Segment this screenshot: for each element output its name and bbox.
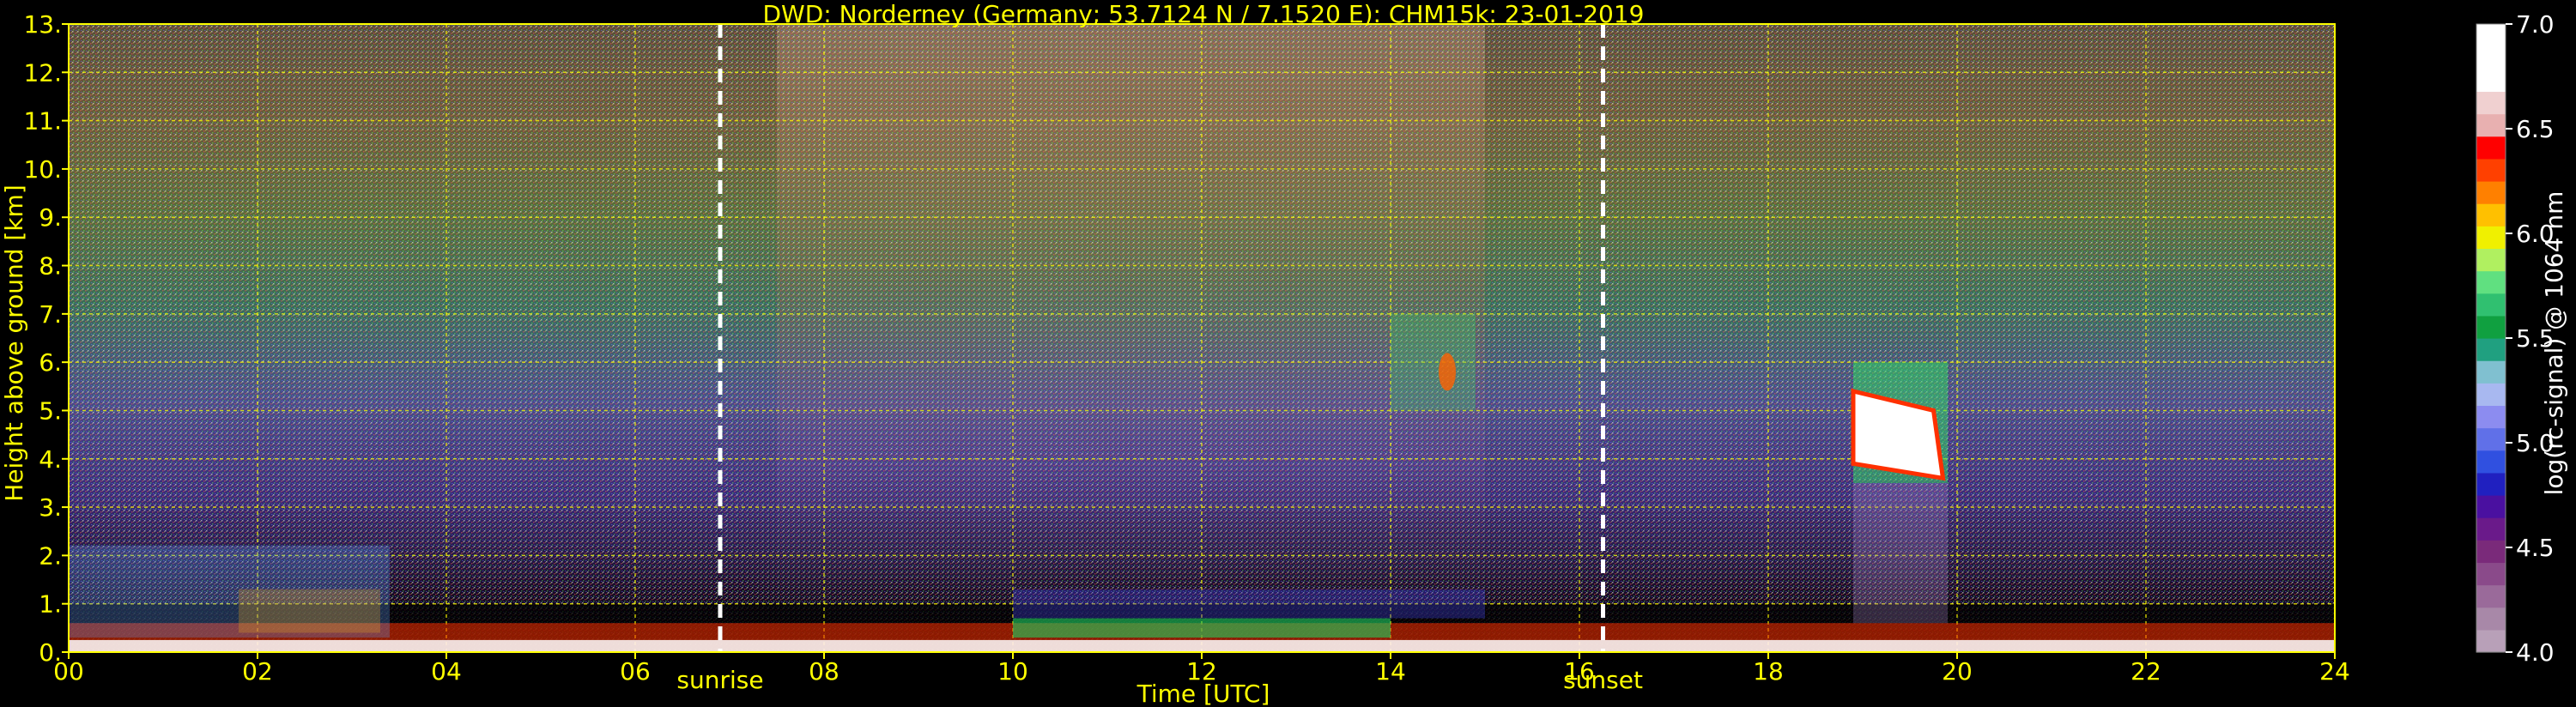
colorbar-segment [2476, 270, 2506, 294]
colorbar-segment [2476, 293, 2506, 317]
colorbar-segment [2476, 226, 2506, 250]
colorbar-segment [2476, 91, 2506, 115]
mid-level-cloud [1391, 313, 1476, 411]
colorbar-segment [2476, 472, 2506, 496]
x-tick-label: 22 [2131, 657, 2161, 686]
y-tick-label: 4. [39, 445, 62, 474]
low-cloud-core [239, 589, 380, 633]
x-tick-label: 08 [809, 657, 839, 686]
colorbar-segment [2476, 427, 2506, 451]
colorbar-segment [2476, 113, 2506, 137]
ceilometer-chart: sunrise sunset 00 02 04 06 08 10 12 14 16 18 20 22 24… [0, 0, 2568, 707]
colorbar-label: log(rc-signal) @ 1064 nm [2540, 191, 2568, 496]
x-tick-label: 16 [1564, 657, 1595, 686]
colorbar-segment [2476, 338, 2506, 361]
boundary-layer-green [1013, 618, 1391, 638]
y-axis-label: Height above ground [km] [0, 184, 28, 502]
colorbar-segment [2476, 405, 2506, 429]
x-tick-label: 06 [620, 657, 651, 686]
chart-title: DWD: Norderney (Germany; 53.7124 N / 7.1… [762, 0, 1644, 28]
colorbar-segment [2476, 248, 2506, 272]
y-tick-label: 13. [23, 10, 62, 39]
boundary-layer-white [69, 639, 2335, 652]
x-tick-label: 02 [242, 657, 273, 686]
colorbar-segment [2476, 24, 2506, 47]
colorbar-segment [2476, 69, 2506, 93]
x-tick-label: 18 [1753, 657, 1784, 686]
colorbar-segment [2476, 629, 2506, 653]
colorbar-segment [2476, 360, 2506, 384]
y-tick-label: 3. [39, 493, 62, 522]
x-tick-label: 20 [1942, 657, 1973, 686]
colorbar-tick-label: 4.5 [2516, 534, 2555, 562]
colorbar-segment [2476, 562, 2506, 586]
precip-column [1853, 482, 1948, 624]
x-tick-label: 10 [997, 657, 1028, 686]
colorbar-segment [2476, 495, 2506, 518]
colorbar-segment [2476, 584, 2506, 608]
y-tick-label: 5. [39, 396, 62, 425]
x-tick-label: 24 [2319, 657, 2350, 686]
y-tick-label: 6. [39, 348, 62, 377]
x-axis-label: Time [UTC] [1136, 680, 1270, 707]
signal-noise [69, 24, 2335, 652]
colorbar-segment [2476, 203, 2506, 227]
x-tick-label: 04 [431, 657, 462, 686]
colorbar-segment [2476, 181, 2506, 204]
y-tick-label: 2. [39, 541, 62, 570]
y-tick-label: 12. [23, 58, 62, 87]
colorbar-segment [2476, 383, 2506, 407]
colorbar-segment [2476, 517, 2506, 541]
plot-area [69, 24, 2335, 652]
sunrise-label: sunrise [676, 666, 763, 694]
y-tick-label: 0. [39, 638, 62, 667]
y-tick-label: 7. [39, 300, 62, 329]
y-tick-label: 1. [39, 590, 62, 619]
colorbar-segment [2476, 46, 2506, 69]
y-tick-label: 8. [39, 252, 62, 281]
colorbar-tick-label: 6.5 [2516, 115, 2555, 143]
x-tick-label: 14 [1375, 657, 1406, 686]
colorbar-segment [2476, 315, 2506, 339]
aerosol-blue-layer [1013, 589, 1485, 619]
y-tick-label: 9. [39, 203, 62, 232]
colorbar-segment [2476, 136, 2506, 160]
colorbar-segment [2476, 450, 2506, 474]
colorbar-segment [2476, 158, 2506, 182]
mid-level-cloud-core [1439, 353, 1456, 391]
y-tick-label: 11. [23, 107, 62, 136]
colorbar-segment [2476, 607, 2506, 631]
colorbar-tick-label: 4.0 [2516, 638, 2555, 667]
y-tick-label: 10. [23, 155, 62, 184]
colorbar-segment [2476, 540, 2506, 564]
colorbar-tick-label: 7.0 [2516, 10, 2555, 39]
